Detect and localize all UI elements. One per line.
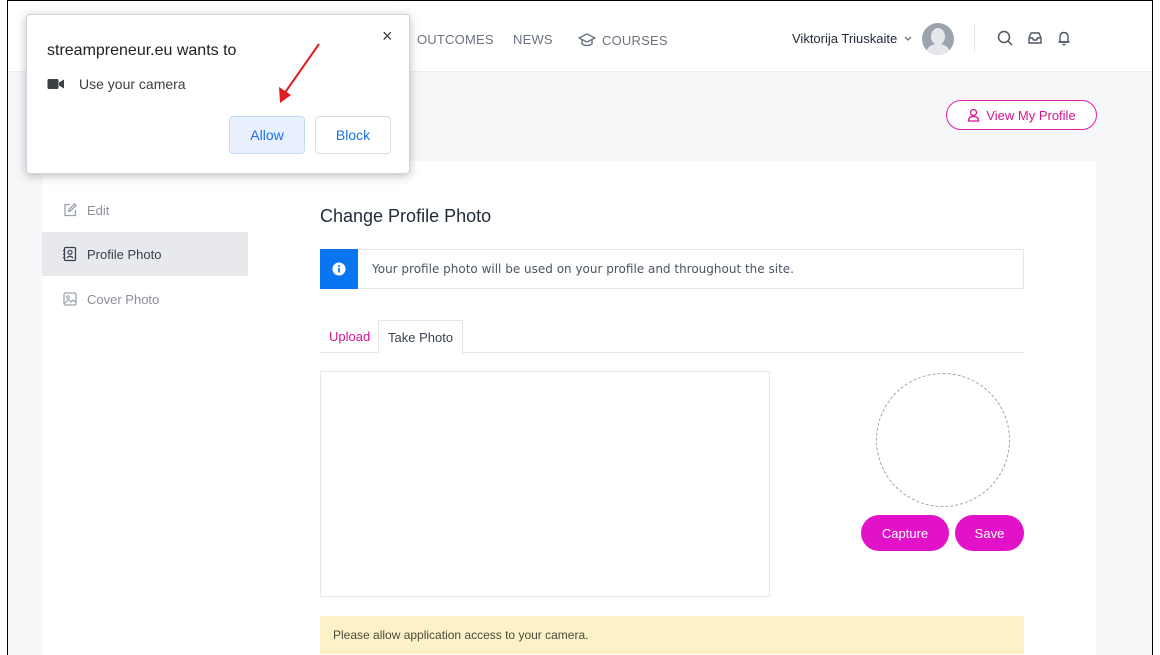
permission-label: Use your camera	[79, 76, 186, 92]
profile-photo-panel: Change Profile Photo Your profile photo …	[248, 161, 1096, 655]
nav-outcomes-label: OUTCOMES	[417, 32, 494, 47]
inbox-icon[interactable]	[1026, 29, 1044, 47]
sidebar-item-label: Cover Photo	[87, 291, 160, 307]
info-icon-box	[320, 248, 358, 289]
sidebar-item-label: Profile Photo	[87, 246, 162, 262]
edit-icon	[64, 203, 77, 217]
image-icon	[63, 292, 77, 306]
browser-viewport: OUTCOMES NEWS COURSES Viktorija Triuskai…	[7, 0, 1153, 655]
sidebar-item-label: Edit	[87, 202, 110, 218]
info-text: Your profile photo will be used on your …	[372, 262, 794, 276]
warning-text: Please allow application access to your …	[333, 628, 589, 642]
view-profile-button[interactable]: View My Profile	[946, 100, 1097, 130]
user-name: Viktorija Triuskaite	[792, 31, 898, 46]
popup-title: streampreneur.eu wants to	[47, 42, 237, 59]
bell-icon[interactable]	[1055, 29, 1073, 47]
avatar[interactable]	[922, 23, 954, 55]
info-icon	[332, 262, 346, 275]
nav-courses[interactable]: COURSES	[578, 32, 668, 48]
graduation-cap-icon	[578, 33, 596, 47]
nav-news-label: NEWS	[513, 32, 553, 47]
close-icon[interactable]: ×	[382, 26, 393, 47]
search-icon[interactable]	[996, 29, 1014, 47]
camera-warning: Please allow application access to your …	[320, 616, 1024, 654]
nav-courses-label: COURSES	[602, 32, 668, 48]
settings-sidebar: Edit Profile Photo Cover Photo	[42, 161, 248, 655]
tab-upload[interactable]: Upload	[320, 320, 379, 353]
nav-outcomes[interactable]: OUTCOMES	[417, 32, 494, 47]
sidebar-item-edit[interactable]: Edit	[42, 188, 248, 232]
permission-row: Use your camera	[47, 76, 186, 92]
info-notice: Your profile photo will be used on your …	[320, 248, 1024, 289]
capture-button[interactable]: Capture	[861, 515, 949, 551]
photo-crop-preview	[876, 373, 1010, 507]
chevron-down-icon	[904, 36, 912, 41]
camera-icon	[47, 79, 64, 89]
sidebar-item-cover-photo[interactable]: Cover Photo	[42, 277, 248, 321]
sidebar-item-profile-photo[interactable]: Profile Photo	[42, 232, 248, 276]
view-profile-label: View My Profile	[986, 107, 1076, 123]
camera-preview	[320, 371, 770, 597]
user-icon	[968, 108, 980, 122]
tab-take-photo[interactable]: Take Photo	[378, 320, 464, 354]
save-button[interactable]: Save	[955, 515, 1024, 551]
annotation-arrow	[279, 43, 320, 103]
photo-tabs: Upload Take Photo	[320, 320, 1024, 354]
nav-news[interactable]: NEWS	[513, 32, 553, 47]
page-title: Change Profile Photo	[320, 206, 492, 226]
user-menu[interactable]: Viktorija Triuskaite	[792, 31, 913, 46]
block-button[interactable]: Block	[315, 116, 391, 154]
profile-photo-icon	[63, 246, 77, 262]
allow-button[interactable]: Allow	[229, 116, 305, 154]
camera-permission-popup: streampreneur.eu wants to × Use your cam…	[26, 14, 410, 174]
header-divider	[974, 23, 975, 53]
